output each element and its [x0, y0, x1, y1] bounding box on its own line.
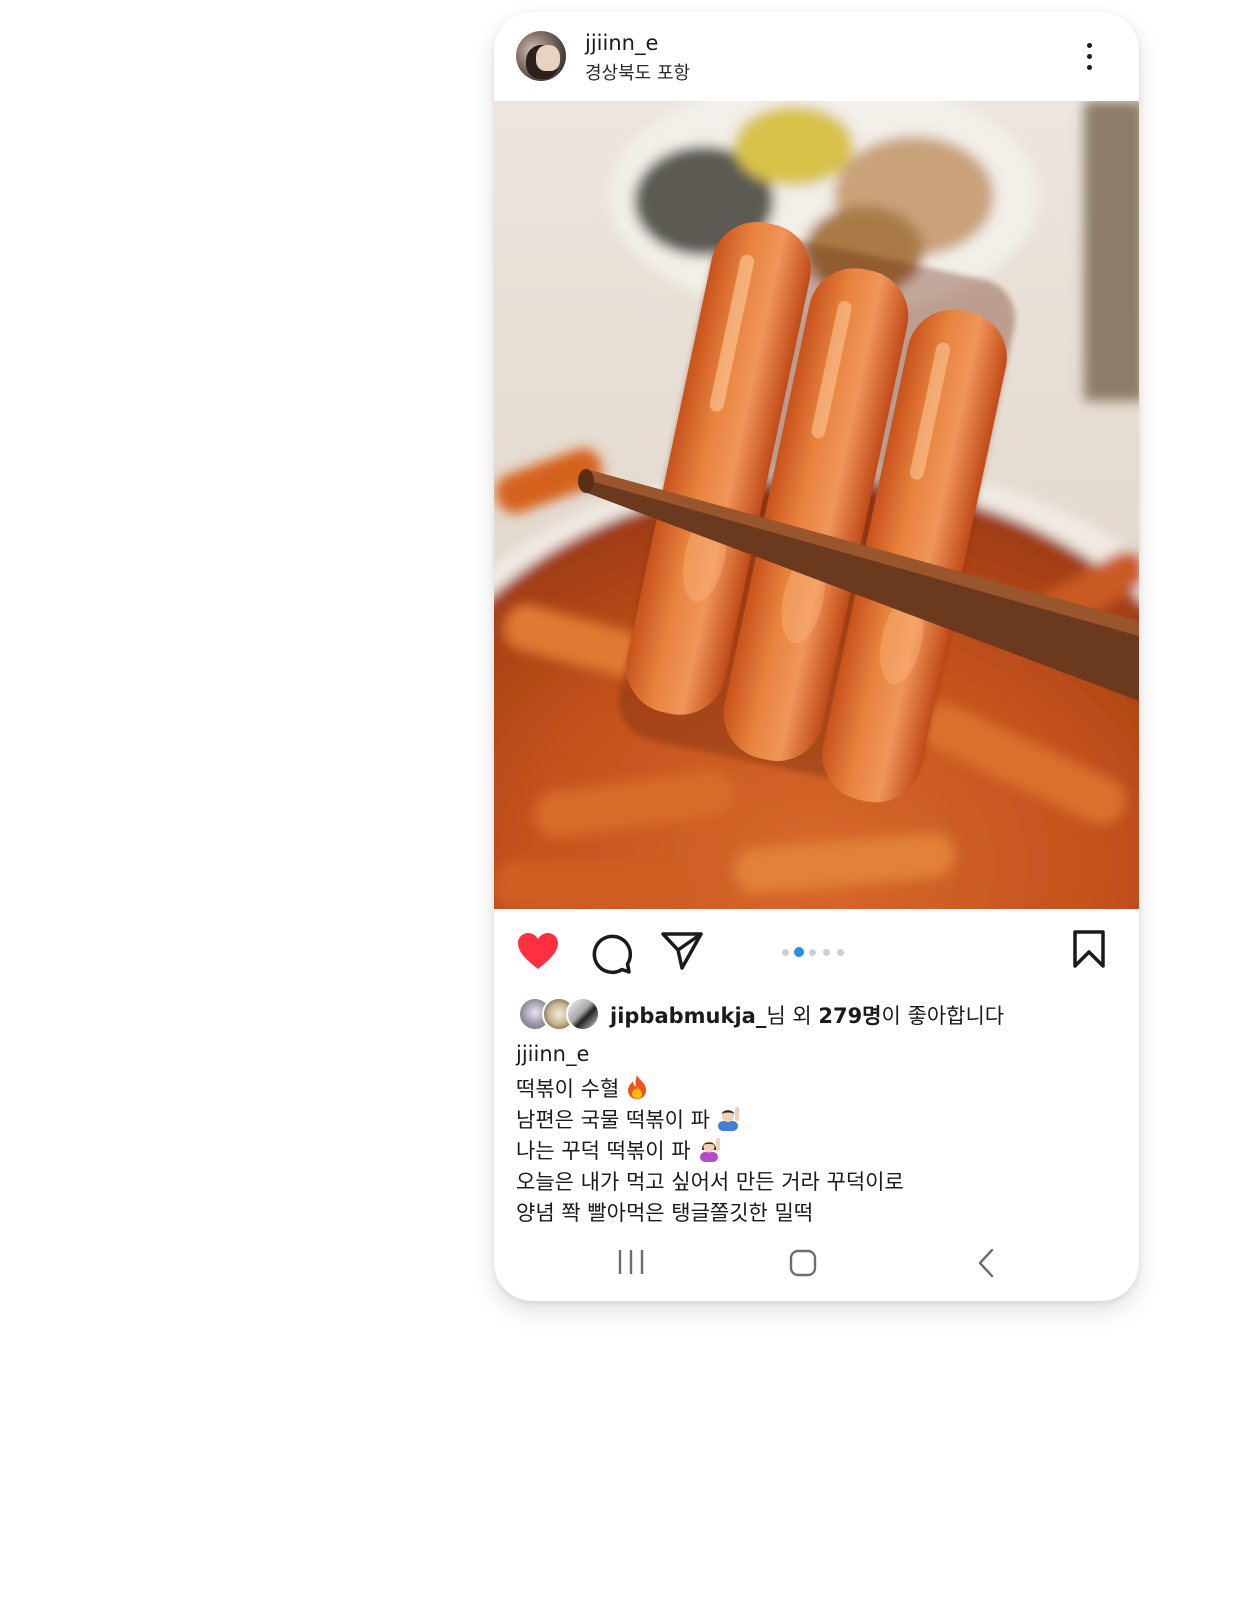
tteokbokki-photo — [494, 101, 1139, 909]
caption-line: 오늘은 내가 먹고 싶어서 만든 거라 꾸덕이로 — [516, 1166, 904, 1196]
post-header: jjiinn_e 경상북도 포항 — [494, 12, 1139, 101]
send-icon — [661, 932, 703, 970]
liker-avatar — [566, 997, 600, 1031]
bookmark-icon — [1073, 930, 1105, 968]
more-options-button[interactable] — [1080, 40, 1100, 74]
avatar[interactable] — [516, 31, 566, 81]
caption-username[interactable]: jjiinn_e — [516, 1042, 589, 1066]
home-button[interactable] — [788, 1248, 818, 1278]
carousel-dot — [837, 949, 844, 956]
post-location[interactable]: 경상북도 포항 — [585, 59, 690, 85]
back-button[interactable] — [976, 1248, 998, 1278]
likes-count[interactable]: 279명 — [818, 1004, 881, 1028]
caption-line: 남편은 국물 떡볶이 파 — [516, 1104, 742, 1136]
recent-apps-icon — [618, 1250, 644, 1274]
caption-text: 오늘은 내가 먹고 싶어서 만든 거라 꾸덕이로 — [516, 1170, 904, 1194]
caption-text: 나는 꾸덕 떡볶이 파 — [516, 1139, 691, 1163]
likes-summary[interactable]: jipbabmukja_님 외 279명이 좋아합니다 — [610, 1000, 1004, 1030]
caption-line: 양념 쫙 빨아먹은 탱글쫄깃한 밀떡 — [516, 1197, 813, 1227]
back-icon — [978, 1248, 994, 1278]
comment-icon — [592, 934, 633, 975]
heart-icon — [518, 933, 558, 969]
liker-avatars[interactable] — [518, 997, 602, 1031]
phone-frame: jjiinn_e 경상북도 포항 jipbabmukja_님 외 279명이 좋… — [494, 12, 1139, 1301]
post-photo[interactable] — [494, 101, 1139, 909]
likes-end-text: 이 좋아합니다 — [881, 1004, 1005, 1028]
likes-mid-text: 님 외 — [766, 1004, 819, 1028]
caption-text: 양념 쫙 빨아먹은 탱글쫄깃한 밀떡 — [516, 1201, 814, 1225]
save-button[interactable] — [1072, 929, 1106, 969]
share-button[interactable] — [660, 930, 704, 972]
more-vertical-icon — [1087, 65, 1092, 70]
caption-text: 남편은 국물 떡볶이 파 — [516, 1108, 710, 1132]
woman-raising-hand-icon — [697, 1136, 723, 1167]
more-vertical-icon — [1087, 54, 1092, 59]
more-vertical-icon — [1087, 43, 1092, 48]
comment-button[interactable] — [589, 931, 633, 975]
post-username[interactable]: jjiinn_e — [585, 31, 658, 55]
carousel-dot — [809, 949, 816, 956]
like-button[interactable] — [516, 931, 560, 971]
recent-apps-button[interactable] — [616, 1248, 646, 1276]
home-icon — [789, 1249, 817, 1277]
carousel-dot-active — [794, 947, 804, 957]
first-liker[interactable]: jipbabmukja_ — [610, 1004, 766, 1028]
fire-icon — [625, 1074, 649, 1105]
caption-line: 떡볶이 수혈 — [516, 1073, 649, 1105]
caption-line: 나는 꾸덕 떡볶이 파 — [516, 1135, 723, 1167]
carousel-dot — [782, 949, 789, 956]
man-raising-hand-icon — [716, 1105, 742, 1136]
caption-text: 떡볶이 수혈 — [516, 1077, 620, 1101]
carousel-dot — [823, 949, 830, 956]
